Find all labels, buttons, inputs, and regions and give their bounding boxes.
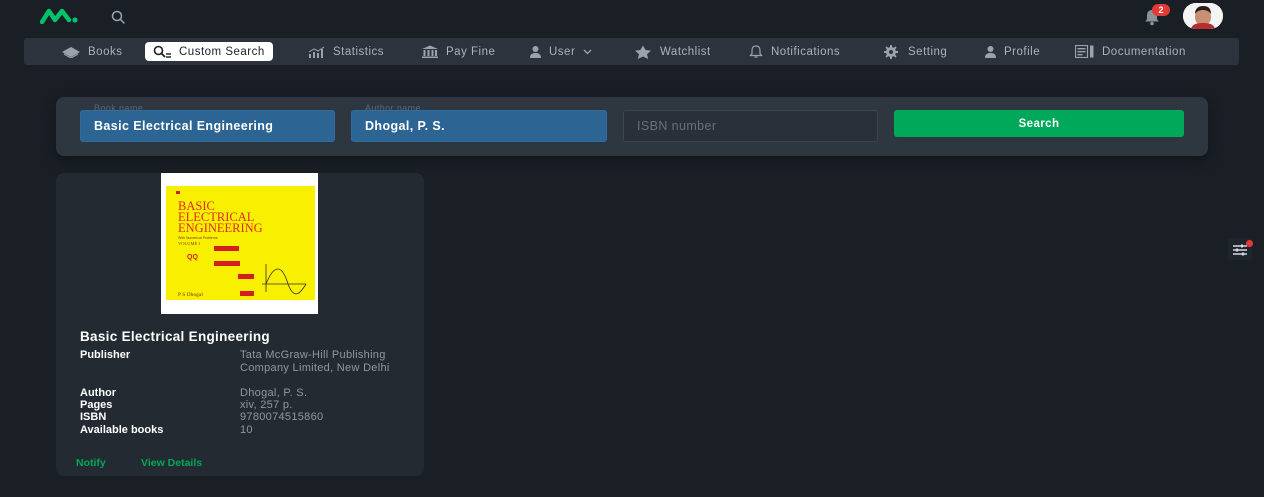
notify-link[interactable]: Notify [76,457,106,469]
bank-icon [422,45,438,58]
cover-author: P S Dhogal [178,292,203,298]
nav-item-label: Pay Fine [446,45,496,58]
nav-item-label: User [549,45,576,58]
nav-item-label: Custom Search [179,45,265,58]
book-cover-image[interactable]: BASIC ELECTRICAL ENGINEERING With Numeri… [161,173,318,314]
author-name-label: Author name [365,103,421,113]
isbn-label: ISBN [80,411,107,423]
nav-item-profile[interactable]: Profile [984,42,1040,61]
author-value: Dhogal, P. S. [240,387,308,399]
book-result-card: BASIC ELECTRICAL ENGINEERING With Numeri… [56,173,424,476]
nav-item-label: Books [88,45,123,58]
cover-volume: VOLUME I [178,241,200,246]
isbn-input[interactable] [623,110,878,142]
cover-title-line-3: ENGINEERING [178,221,263,235]
book-name-field-group: Book name [80,103,335,142]
nav-item-label: Watchlist [660,45,711,58]
cover-artwork: BASIC ELECTRICAL ENGINEERING With Numeri… [166,186,315,300]
star-icon [635,45,651,59]
book-name-label: Book name [94,103,144,113]
nav-item-custom-search[interactable]: Custom Search [145,42,273,61]
books-icon [62,46,80,58]
avatar-image [1183,3,1223,29]
nav-item-label: Statistics [333,45,385,58]
brand-logo-icon[interactable] [40,8,80,24]
nav-item-watchlist[interactable]: Watchlist [633,42,711,61]
search-icon [153,45,171,58]
nav-item-notifications[interactable]: Notifications [748,42,840,61]
isbn-field-group [623,110,878,142]
pages-value: xiv, 257 p. [240,399,293,411]
nav-item-books[interactable]: Books [61,42,122,61]
nav-item-user[interactable]: User [529,42,592,61]
available-books-value: 10 [240,424,253,436]
book-cover-art: BASIC ELECTRICAL ENGINEERING With Numeri… [166,186,315,300]
nav-item-label: Notifications [771,45,841,58]
nav-item-label: Documentation [1102,45,1186,58]
available-books-label: Available books [80,424,164,436]
author-name-field-group: Author name [351,103,607,142]
nav-item-statistics[interactable]: Statistics [308,42,384,61]
pages-label: Pages [80,399,113,411]
author-name-input[interactable] [351,110,607,142]
notification-count-badge: 2 [1152,4,1170,16]
author-label: Author [80,387,117,399]
nav-item-setting[interactable]: Setting [881,42,947,61]
svg-text:QQ: QQ [187,254,198,261]
user-avatar[interactable] [1183,3,1223,29]
publisher-label: Publisher [80,349,131,361]
user-icon [530,46,541,58]
view-details-link[interactable]: View Details [141,457,202,469]
nav-item-documentation[interactable]: Documentation [1075,42,1186,61]
book-title: Basic Electrical Engineering [80,329,270,344]
custom-search-panel: Book name Author name Search [56,97,1208,156]
profile-icon [985,46,996,58]
chart-icon [308,46,325,58]
search-button[interactable]: Search [894,110,1184,137]
filter-indicator-dot [1246,240,1253,247]
search-icon[interactable] [110,9,126,25]
nav-item-pay-fine[interactable]: Pay Fine [421,42,495,61]
nav-item-label: Setting [908,45,948,58]
document-icon [1075,45,1094,58]
main-navigation: Books Custom Search Statistics Pay Fine … [24,38,1239,65]
chevron-down-icon [583,49,592,54]
nav-item-label: Profile [1004,45,1041,58]
gear-icon [884,44,898,59]
isbn-value: 9780074515860 [240,411,324,423]
publisher-value: Tata McGraw-Hill Publishing Company Limi… [240,349,390,374]
top-bar: 2 [0,0,1264,34]
book-name-input[interactable] [80,110,335,142]
cover-subtitle: With Numerical Problems [178,236,218,240]
bell-icon [749,45,763,58]
